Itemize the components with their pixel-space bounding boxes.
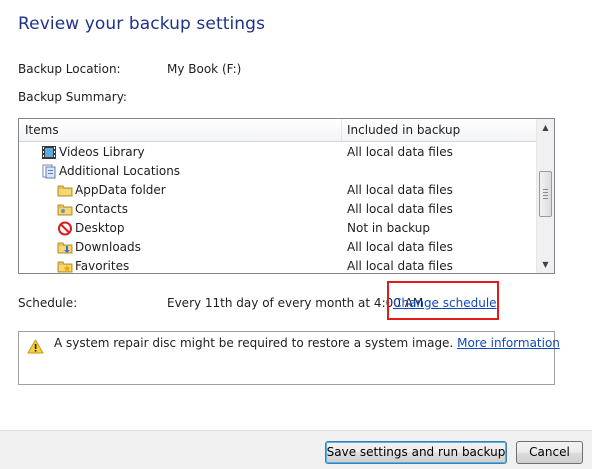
list-item-name: AppData folder <box>75 183 166 197</box>
backup-summary-list[interactable]: Items Included in backup Videos Library … <box>18 118 555 274</box>
not-allowed-icon <box>58 221 72 236</box>
change-schedule-link[interactable]: Change schedule <box>393 296 497 310</box>
more-information-link[interactable]: More information <box>457 336 560 350</box>
list-item-name: Contacts <box>75 202 128 216</box>
warning-text: A system repair disc might be required t… <box>54 336 454 350</box>
list-item[interactable]: Additional Locations <box>19 162 538 181</box>
warning-message: A system repair disc might be required t… <box>54 336 560 350</box>
page-title: Review your backup settings <box>18 14 266 34</box>
list-item-included: All local data files <box>347 202 453 216</box>
backup-location-label: Backup Location: <box>18 62 121 76</box>
contacts-folder-icon <box>57 204 73 216</box>
list-item[interactable]: Favorites All local data files <box>19 257 538 273</box>
list-rows: Videos Library All local data files Addi… <box>19 143 538 273</box>
list-item-name: Additional Locations <box>59 164 181 178</box>
downloads-folder-icon <box>57 242 73 254</box>
warning-icon <box>27 339 44 354</box>
save-and-run-button[interactable]: Save settings and run backup <box>325 441 507 464</box>
column-header-items[interactable]: Items <box>25 123 59 137</box>
scroll-up-icon[interactable]: ▲ <box>537 119 554 136</box>
list-item[interactable]: AppData folder All local data files <box>19 181 538 200</box>
list-item-name: Downloads <box>75 240 141 254</box>
additional-locations-icon <box>42 164 56 179</box>
favorites-folder-icon <box>57 261 73 273</box>
videos-library-icon <box>42 146 56 159</box>
list-item-included: Not in backup <box>347 221 430 235</box>
list-item[interactable]: Downloads All local data files <box>19 238 538 257</box>
footer-bar: Save settings and run backup Cancel <box>0 430 592 469</box>
column-divider[interactable] <box>341 119 342 141</box>
list-item[interactable]: Desktop Not in backup <box>19 219 538 238</box>
list-scrollbar[interactable]: ▲ ▼ <box>536 119 554 273</box>
list-item-name: Favorites <box>75 259 130 273</box>
list-item-included: All local data files <box>347 259 453 273</box>
list-item-name: Videos Library <box>59 145 145 159</box>
list-item[interactable]: Contacts All local data files <box>19 200 538 219</box>
folder-icon <box>57 185 73 197</box>
list-item[interactable]: Videos Library All local data files <box>19 143 538 162</box>
schedule-value: Every 11th day of every month at 4:00 AM <box>167 296 424 310</box>
column-header-included[interactable]: Included in backup <box>347 123 460 137</box>
backup-location-value: My Book (F:) <box>167 62 242 76</box>
list-header: Items Included in backup <box>19 119 538 142</box>
scroll-down-icon[interactable]: ▼ <box>537 256 554 273</box>
warning-box: A system repair disc might be required t… <box>18 331 560 385</box>
schedule-label: Schedule: <box>18 296 78 310</box>
list-item-name: Desktop <box>75 221 125 235</box>
backup-summary-label: Backup Summary: <box>18 90 127 104</box>
list-item-included: All local data files <box>347 145 453 159</box>
scroll-thumb[interactable] <box>539 171 552 217</box>
cancel-button[interactable]: Cancel <box>516 441 583 464</box>
list-item-included: All local data files <box>347 240 453 254</box>
list-item-included: All local data files <box>347 183 453 197</box>
